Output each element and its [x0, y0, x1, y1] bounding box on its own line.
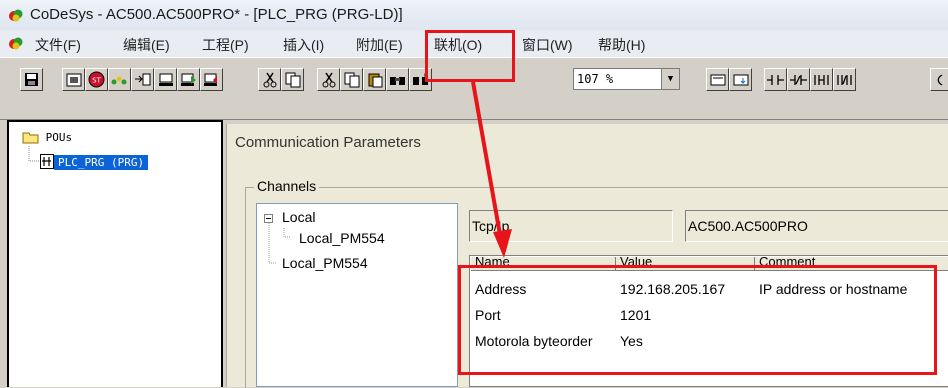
- ladder-parallel-contact-button[interactable]: [810, 68, 833, 91]
- negated-contact-icon: [790, 74, 807, 85]
- zoom-value: 107 %: [577, 72, 614, 86]
- logout-button[interactable]: [200, 68, 223, 91]
- save-button[interactable]: [20, 68, 43, 91]
- save-icon: [25, 73, 38, 86]
- copy-button[interactable]: [281, 68, 304, 91]
- menu-extras[interactable]: 附加(E): [356, 35, 403, 55]
- step-button[interactable]: [108, 68, 131, 91]
- ladder-contact-button[interactable]: [764, 68, 787, 91]
- cut-button-2[interactable]: [317, 68, 340, 91]
- channel-local-pm554[interactable]: Local_PM554: [282, 255, 368, 271]
- login-button[interactable]: [177, 68, 200, 91]
- binoculars-icon: [390, 76, 405, 85]
- menu-help[interactable]: 帮助(H): [598, 35, 645, 55]
- coil-button[interactable]: [930, 68, 948, 91]
- folder-icon: [22, 132, 39, 144]
- menu-file[interactable]: 文件(F): [35, 35, 81, 55]
- window-title: CoDeSys - AC500.AC500PRO* - [PLC_PRG (PR…: [30, 6, 403, 23]
- pou-root[interactable]: POUs: [22, 131, 72, 144]
- cut-button[interactable]: [258, 68, 281, 91]
- menu-window[interactable]: 窗口(W): [522, 35, 573, 55]
- menu-edit[interactable]: 编辑(E): [123, 35, 170, 55]
- pou-root-label: POUs: [45, 131, 73, 144]
- steps-icon: [111, 76, 126, 84]
- monitor-icon: [158, 73, 173, 86]
- copy-icon: [344, 72, 359, 87]
- protocol-field: Tcp/Ip: [469, 210, 673, 242]
- ladder-parallel-neg-button[interactable]: [833, 68, 856, 91]
- insert-box-button[interactable]: [729, 68, 752, 91]
- annotation-box-online-menu: [425, 30, 515, 82]
- stop-button[interactable]: ST: [85, 68, 108, 91]
- menu-insert[interactable]: 插入(I): [283, 35, 324, 55]
- monitor-button[interactable]: [154, 68, 177, 91]
- scissors-icon: [263, 72, 276, 87]
- stop-icon: ST: [88, 71, 105, 88]
- channel-tree[interactable]: Local Local_PM554 Local_PM554: [256, 203, 458, 387]
- copy-button-2[interactable]: [340, 68, 363, 91]
- logout-icon: [204, 73, 217, 86]
- document-icon[interactable]: [8, 35, 24, 51]
- title-bar: CoDeSys - AC500.AC500PRO* - [PLC_PRG (PR…: [0, 0, 948, 31]
- contact-icon: [767, 74, 784, 85]
- build-button[interactable]: [62, 68, 85, 91]
- build-icon: [66, 73, 81, 86]
- annotation-box-parameters: [458, 265, 937, 375]
- goto-button[interactable]: [131, 68, 154, 91]
- paste-button[interactable]: [363, 68, 386, 91]
- pou-item-plc-prg[interactable]: PLC_PRG (PRG): [54, 155, 149, 170]
- ladder-neg-contact-button[interactable]: [787, 68, 810, 91]
- ladder-box-down-icon: [733, 74, 748, 85]
- contact-button[interactable]: [706, 68, 729, 91]
- copy-icon: [285, 72, 300, 87]
- device-field: AC500.AC500PRO: [685, 210, 948, 242]
- coil-icon: [937, 73, 942, 86]
- paste-icon: [368, 73, 382, 87]
- pou-panel: POUs PLC_PRG (PRG): [7, 120, 223, 387]
- ladder-box-icon: [710, 74, 725, 85]
- channels-label: Channels: [254, 178, 320, 194]
- scissors-icon: [322, 72, 335, 87]
- menu-project[interactable]: 工程(P): [202, 35, 249, 55]
- parallel-negated-contact-icon: [837, 74, 852, 85]
- svg-text:ST: ST: [92, 77, 101, 85]
- chevron-down-icon[interactable]: ▼: [661, 69, 679, 89]
- zoom-select[interactable]: 107 % ▼: [573, 68, 680, 90]
- login-icon: [181, 73, 196, 86]
- parallel-contact-icon: [814, 74, 829, 85]
- dialog-title: Communication Parameters: [235, 134, 421, 151]
- collapse-icon[interactable]: [264, 214, 273, 223]
- channel-local-pm554-child[interactable]: Local_PM554: [299, 230, 385, 246]
- arrow-into-box-icon: [135, 73, 151, 86]
- find-button[interactable]: [386, 68, 409, 91]
- ladder-pou-icon: [40, 154, 54, 169]
- codesys-logo-icon: [9, 9, 23, 22]
